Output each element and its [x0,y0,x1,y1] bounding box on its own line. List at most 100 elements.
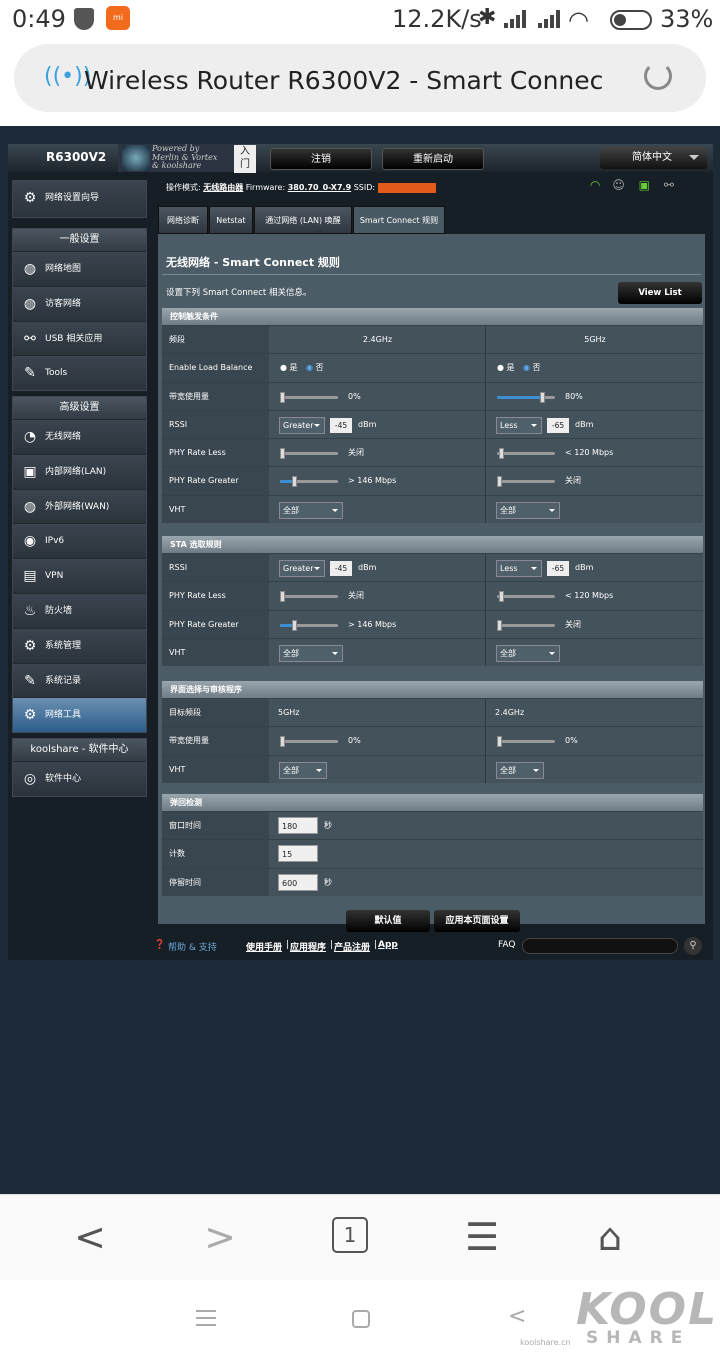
sidebar-item-software-center[interactable]: ◎ 软件中心 [13,761,146,796]
slider-knob[interactable] [280,736,285,748]
faq-search-input[interactable] [522,938,678,954]
forward-icon[interactable]: > [200,1217,240,1257]
tab-wake-on-lan[interactable]: 通过网络 (LAN) 唤醒 [254,206,352,234]
rssi-value-input[interactable]: -45 [330,561,352,576]
apply-button[interactable]: 应用本页面设置 [434,910,520,932]
logout-button[interactable]: 注销 [270,148,372,170]
register-link[interactable]: 产品注册 [334,940,370,953]
help-support-link[interactable]: 帮助 & 支持 [168,940,217,953]
firmware-link[interactable]: 380.70_0-X7.9 [288,183,351,192]
view-list-button[interactable]: View List [618,282,702,304]
system-back-icon[interactable]: < [508,1304,526,1329]
clients-icon[interactable]: ☺ [612,178,625,192]
phy-greater-slider[interactable] [280,476,338,488]
sidebar-item-wan[interactable]: ◍ 外部网络(WAN) [13,488,146,524]
slider-knob[interactable] [540,391,546,403]
sidebar-item-ipv6[interactable]: ◉ IPv6 [13,523,146,559]
slider-knob[interactable] [280,391,285,403]
count-input[interactable]: 15 [278,845,318,863]
vht-select[interactable]: 全部 [496,761,544,779]
address-bar[interactable]: ((•)) Wireless Router R6300V2 - Smart Co… [14,44,706,112]
sidebar-item-network-map[interactable]: ◍ 网络地图 [13,251,146,286]
wifi-status-icon[interactable]: ◠ [590,178,600,192]
manual-link[interactable]: 使用手册 [246,940,282,953]
sidebar-item-tools[interactable]: ✎ Tools [13,355,146,391]
rssi-value-input[interactable]: -45 [330,417,352,433]
beginner-badge[interactable]: 入 门 [234,145,256,173]
vht-select[interactable]: 全部 [496,501,560,519]
rssi-compare-select[interactable]: Less [496,416,542,434]
rssi-value-input[interactable]: -65 [547,561,569,576]
reload-icon[interactable] [644,62,672,90]
tabs-button[interactable]: 1 [332,1217,368,1253]
slider-knob[interactable] [292,476,297,488]
phy-greater-slider[interactable] [497,476,555,488]
log-icon: ✎ [24,672,36,689]
sidebar-item-vpn[interactable]: ▤ VPN [13,558,146,593]
slider-knob[interactable] [292,619,297,631]
sidebar-item-firewall[interactable]: ♨ 防火墙 [13,592,146,628]
default-button[interactable]: 默认值 [346,910,430,932]
slider-knob[interactable] [280,448,285,460]
app-link[interactable]: App [378,940,398,950]
sidebar-item-wireless[interactable]: ◔ 无线网络 [13,419,146,454]
bandwidth-slider[interactable] [280,736,338,748]
vht-select[interactable]: 全部 [496,644,560,662]
home-icon[interactable]: ⌂ [590,1217,630,1257]
phy-greater-slider[interactable] [497,619,555,631]
rssi-compare-select[interactable]: Greater [279,416,325,434]
slider-knob[interactable] [497,736,502,748]
bandwidth-slider[interactable] [280,391,338,403]
mode-link[interactable]: 无线路由器 [203,183,243,192]
dwell-time-input[interactable]: 600 [278,873,318,891]
tab-network-diagnosis[interactable]: 网络诊断 [158,206,208,234]
slider-knob[interactable] [497,619,502,631]
sidebar-item-guest-network[interactable]: ◍ 访客网络 [13,285,146,321]
system-home-icon[interactable] [352,1310,370,1328]
usb-status-icon[interactable]: ⚯ [664,178,674,192]
reboot-button[interactable]: 重新启动 [382,148,484,170]
search-icon[interactable]: ⚲ [684,937,702,955]
slider-knob[interactable] [499,591,504,603]
phy-less-slider[interactable] [497,448,555,460]
phy-greater-slider[interactable] [280,619,338,631]
phy-less-slider[interactable] [497,591,555,603]
bandwidth-slider[interactable] [497,391,555,403]
phy-less-slider[interactable] [280,448,338,460]
rssi-compare-select[interactable]: Greater [279,560,325,577]
recents-icon[interactable] [196,1310,216,1326]
sidebar-item-lan[interactable]: ▣ 内部网络(LAN) [13,453,146,489]
sidebar-item-network-tools[interactable]: ⚙ 网络工具 [13,697,146,733]
sidebar-item-usb[interactable]: ⚯ USB 相关应用 [13,320,146,356]
band-24-value: 2.4GHz [270,326,486,354]
radio-yes[interactable]: ● 是 [280,354,298,382]
vht-select[interactable]: 全部 [279,501,343,519]
utility-link[interactable]: 应用程序 [290,940,326,953]
internet-status-icon[interactable]: ▣ [639,178,650,192]
phy-less-slider[interactable] [280,591,338,603]
wizard-box[interactable]: ⚙ 网络设置向导 [12,180,147,218]
bandwidth-slider[interactable] [497,736,555,748]
rssi-value-input[interactable]: -65 [547,417,569,433]
sidebar-item-administration[interactable]: ⚙ 系统管理 [13,627,146,663]
vht-select[interactable]: 全部 [279,644,343,662]
section-heading: 控制触发条件 [162,308,703,325]
page-title-address[interactable]: Wireless Router R6300V2 - Smart Connect … [84,61,604,97]
menu-icon[interactable]: ☰ [462,1217,502,1257]
back-icon[interactable]: < [70,1217,110,1257]
rssi-compare-select[interactable]: Less [496,560,542,577]
tab-netstat[interactable]: Netstat [209,206,253,234]
radio-no[interactable]: ◉ 否 [523,354,541,382]
language-select[interactable]: 简体中文 [600,147,707,169]
sidebar-item-wizard[interactable]: ⚙ 网络设置向导 [13,181,146,217]
sidebar-item-system-log[interactable]: ✎ 系统记录 [13,662,146,698]
slider-knob[interactable] [499,448,504,460]
tab-smart-connect[interactable]: Smart Connect 规则 [353,206,445,234]
info-line: 操作模式: 无线路由器 Firmware: 380.70_0-X7.9 SSID… [166,182,436,193]
radio-yes[interactable]: ● 是 [497,354,515,382]
slider-knob[interactable] [280,591,285,603]
slider-knob[interactable] [497,476,502,488]
radio-no[interactable]: ◉ 否 [306,354,324,382]
vht-select[interactable]: 全部 [279,761,327,779]
window-time-input[interactable]: 180 [278,817,318,834]
